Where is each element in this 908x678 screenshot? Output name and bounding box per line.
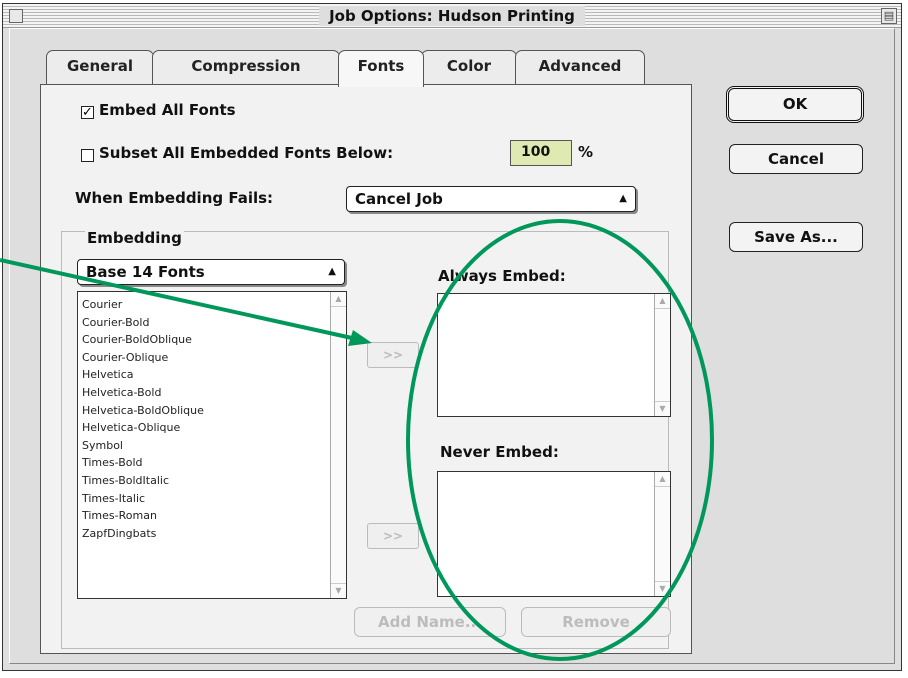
when-embedding-fails-label: When Embedding Fails: — [75, 189, 274, 207]
font-list-item[interactable]: Symbol — [82, 437, 204, 455]
subset-fonts-label[interactable]: Subset All Embedded Fonts Below: — [99, 144, 393, 162]
tab-general[interactable]: General — [46, 50, 154, 84]
percent-unit-label: % — [578, 143, 594, 161]
font-list-item[interactable]: Courier-BoldOblique — [82, 331, 204, 349]
tab-compression[interactable]: Compression — [152, 50, 340, 84]
window-title: Job Options: Hudson Printing — [319, 6, 585, 26]
never-embed-scrollbar[interactable]: ▲ ▼ — [654, 472, 670, 596]
tab-color[interactable]: Color — [421, 50, 517, 84]
scroll-down-icon[interactable]: ▼ — [655, 401, 670, 416]
font-list-item[interactable]: ZapfDingbats — [82, 525, 204, 543]
font-list-item[interactable]: Times-Italic — [82, 490, 204, 508]
subset-threshold-input[interactable]: 100 — [510, 140, 572, 166]
embed-all-fonts-label[interactable]: Embed All Fonts — [99, 101, 236, 119]
font-list-item[interactable]: Times-Bold — [82, 454, 204, 472]
popup-arrows-icon: ▲ — [619, 193, 627, 204]
embedding-fails-select[interactable]: Cancel Job ▲ — [346, 186, 636, 212]
font-list-item[interactable]: Helvetica-Oblique — [82, 419, 204, 437]
scroll-down-icon[interactable]: ▼ — [331, 583, 346, 598]
save-as-button[interactable]: Save As... — [729, 222, 863, 252]
add-to-always-embed-button[interactable]: >> — [367, 342, 419, 368]
always-embed-scrollbar[interactable]: ▲ ▼ — [654, 294, 670, 416]
ok-button[interactable]: OK — [726, 86, 864, 123]
popup-arrows-icon: ▲ — [328, 266, 336, 277]
never-embed-label: Never Embed: — [440, 443, 559, 461]
cancel-button[interactable]: Cancel — [729, 144, 863, 174]
available-fonts-scrollbar[interactable]: ▲ ▼ — [330, 292, 346, 598]
title-bar[interactable]: Job Options: Hudson Printing ▤ — [3, 4, 901, 28]
font-list-item[interactable]: Courier-Oblique — [82, 349, 204, 367]
scroll-up-icon[interactable]: ▲ — [655, 472, 670, 487]
font-list-item[interactable]: Helvetica — [82, 366, 204, 384]
font-list: Courier Courier-Bold Courier-BoldOblique Co… — [82, 296, 204, 542]
font-list-item[interactable]: Courier-Bold — [82, 314, 204, 332]
add-name-button[interactable]: Add Name... — [354, 607, 506, 637]
embedding-fails-value: Cancel Job — [355, 190, 443, 208]
embed-all-fonts-checkbox[interactable]: ✓ — [81, 106, 94, 119]
font-source-select[interactable]: Base 14 Fonts ▲ — [77, 259, 345, 285]
scroll-up-icon[interactable]: ▲ — [331, 292, 346, 307]
font-list-item[interactable]: Helvetica-BoldOblique — [82, 402, 204, 420]
font-list-item[interactable]: Courier — [82, 296, 204, 314]
font-source-value: Base 14 Fonts — [86, 263, 205, 281]
add-to-never-embed-button[interactable]: >> — [367, 523, 419, 549]
scroll-down-icon[interactable]: ▼ — [655, 581, 670, 596]
always-embed-list[interactable]: ▲ ▼ — [437, 293, 671, 417]
subset-fonts-checkbox[interactable] — [81, 149, 94, 162]
tab-advanced[interactable]: Advanced — [515, 50, 645, 84]
font-list-item[interactable]: Times-BoldItalic — [82, 472, 204, 490]
available-fonts-list[interactable]: Courier Courier-Bold Courier-BoldOblique Co… — [77, 291, 347, 599]
font-list-item[interactable]: Times-Roman — [82, 507, 204, 525]
font-list-item[interactable]: Helvetica-Bold — [82, 384, 204, 402]
collapse-box-icon[interactable]: ▤ — [881, 8, 897, 24]
always-embed-label: Always Embed: — [438, 267, 566, 285]
fonts-panel: ✓ Embed All Fonts Subset All Embedded Fo… — [40, 84, 692, 654]
close-box-icon[interactable] — [9, 9, 23, 23]
tab-fonts[interactable]: Fonts — [338, 50, 424, 87]
embedding-group-label: Embedding — [85, 229, 184, 247]
remove-button[interactable]: Remove — [521, 607, 671, 637]
never-embed-list[interactable]: ▲ ▼ — [437, 471, 671, 597]
scroll-up-icon[interactable]: ▲ — [655, 294, 670, 309]
